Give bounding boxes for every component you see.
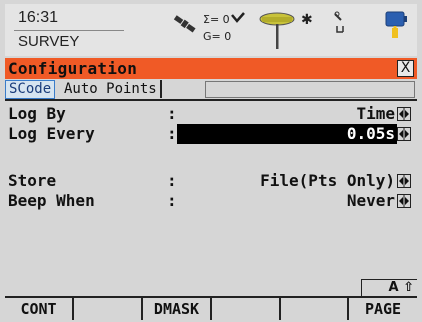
close-button[interactable]: X xyxy=(397,60,414,77)
field-store[interactable]: Store : File(Pts Only) xyxy=(5,171,417,191)
field-value-highlighted[interactable]: 0.05s xyxy=(177,124,397,144)
clock-time: 16:31 xyxy=(18,9,59,26)
up-down-arrows-icon[interactable] xyxy=(397,174,411,188)
tab-scode[interactable]: SCode xyxy=(5,80,56,99)
field-label: Log By xyxy=(8,104,66,123)
field-colon: : xyxy=(167,191,177,210)
link-icon xyxy=(334,11,344,33)
time-app-box: 16:31 SURVEY xyxy=(14,9,124,53)
battery-icon xyxy=(385,11,407,38)
satellite-counts: Σ= 0 G= 0 xyxy=(203,11,231,45)
field-label: Log Every xyxy=(8,124,95,143)
field-value: File(Pts Only) xyxy=(260,171,395,190)
left-right-arrows-icon[interactable] xyxy=(397,194,411,208)
fkey-f6-page[interactable]: PAGE xyxy=(349,298,417,320)
field-colon: : xyxy=(167,104,177,123)
field-log-every[interactable]: Log Every : 0.05s xyxy=(5,124,417,144)
title-bar: Configuration X xyxy=(5,58,417,79)
satellite-sum: Σ= 0 xyxy=(203,13,230,26)
field-colon: : xyxy=(167,124,177,143)
tab-strip: SCode Auto Points xyxy=(5,80,417,101)
field-label: Store xyxy=(8,171,57,190)
gnss-antenna-icon xyxy=(259,12,295,49)
bluetooth-icon: ✱ xyxy=(301,12,313,28)
app-name: SURVEY xyxy=(18,33,80,50)
left-right-arrows-icon[interactable] xyxy=(397,107,411,121)
fkey-f3-dmask[interactable]: DMASK xyxy=(143,298,212,320)
field-beep-when[interactable]: Beep When : Never xyxy=(5,191,417,211)
fkey-f1-cont[interactable]: CONT xyxy=(5,298,74,320)
fkey-f2[interactable] xyxy=(74,298,143,320)
status-bar: 16:31 SURVEY Σ= 0 G= 0 ✱ xyxy=(5,4,417,56)
screen: 16:31 SURVEY Σ= 0 G= 0 ✱ Configuration X… xyxy=(0,0,422,322)
field-value: Never xyxy=(346,191,395,210)
fkey-f4[interactable] xyxy=(212,298,281,320)
input-mode-indicator: A ⇧ xyxy=(361,279,417,296)
field-label: Beep When xyxy=(8,191,95,210)
tab-auto-points[interactable]: Auto Points xyxy=(61,80,162,98)
field-log-by[interactable]: Log By : Time xyxy=(5,104,417,124)
field-value: Time xyxy=(356,104,395,123)
dialog-title: Configuration xyxy=(8,59,138,78)
satellite-icon xyxy=(173,15,196,33)
field-colon: : xyxy=(167,171,177,190)
function-key-bar: CONT DMASK PAGE xyxy=(5,296,417,320)
field-value: 0.05s xyxy=(346,124,395,143)
divider xyxy=(14,30,124,31)
satellite-gps: G= 0 xyxy=(203,30,232,43)
tab-strip-filler xyxy=(205,81,415,98)
signal-arrow-icon xyxy=(231,12,245,23)
fkey-f5[interactable] xyxy=(281,298,349,320)
left-right-arrows-icon[interactable] xyxy=(397,127,411,141)
